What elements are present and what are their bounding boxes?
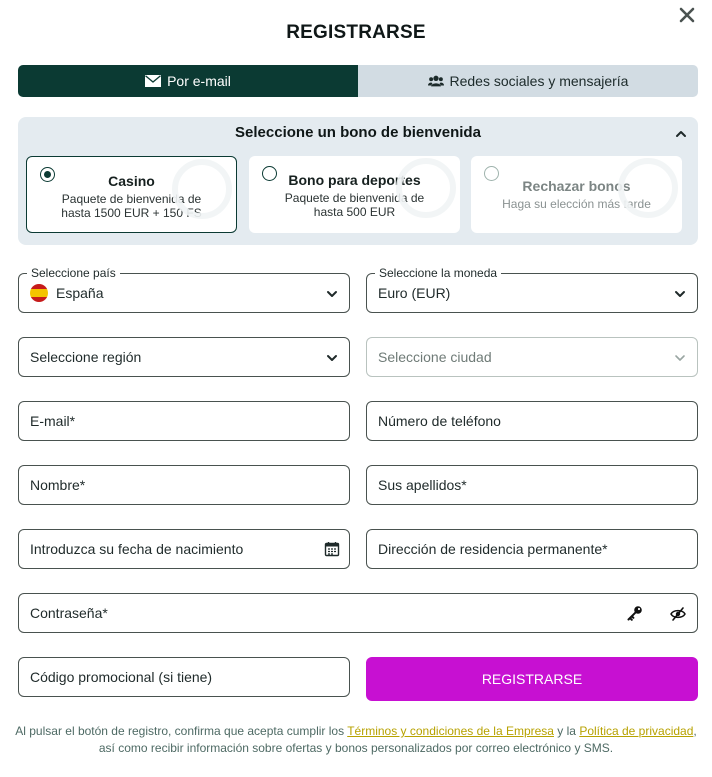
chevron-down-icon: [675, 355, 685, 361]
country-select[interactable]: Seleccione país España: [18, 266, 350, 313]
welcome-bonus-panel: Seleccione un bono de bienvenida Casino …: [18, 117, 698, 245]
last-name-field[interactable]: Sus apellidos*: [366, 465, 698, 505]
terms-link[interactable]: Términos y condiciones de la Empresa: [347, 724, 554, 738]
birth-date-placeholder: Introduzca su fecha de nacimiento: [30, 541, 244, 557]
address-placeholder: Dirección de residencia permanente*: [378, 541, 608, 557]
promo-code-field[interactable]: Código promocional (si tiene): [18, 657, 350, 697]
chevron-down-icon: [327, 355, 337, 361]
privacy-link[interactable]: Política de privacidad: [579, 724, 693, 738]
tab-email[interactable]: Por e-mail: [18, 65, 358, 97]
region-select[interactable]: Seleccione región: [18, 337, 350, 377]
footer-text: ,: [693, 724, 697, 738]
currency-value: Euro (EUR): [378, 285, 451, 301]
password-placeholder: Contraseña*: [30, 605, 108, 621]
bonus-option-decline[interactable]: Rechazar bonos Haga su elección más tard…: [471, 156, 682, 233]
bonus-option-sports[interactable]: Bono para deportes Paquete de bienvenida…: [249, 156, 460, 233]
legal-footer: Al pulsar el botón de registro, confirma…: [0, 723, 712, 757]
country-value: España: [56, 285, 104, 301]
password-field[interactable]: Contraseña*: [18, 593, 698, 633]
chevron-up-icon[interactable]: [674, 127, 688, 141]
tab-social-label: Redes sociales y mensajería: [449, 73, 629, 89]
bonus-header: Seleccione un bono de bienvenida: [235, 124, 481, 141]
footer-text: y la: [553, 724, 580, 738]
registration-tabs: Por e-mail Redes sociales y mensajería: [18, 65, 698, 97]
email-placeholder: E-mail*: [30, 413, 76, 429]
users-icon: [427, 75, 444, 87]
city-placeholder: Seleccione ciudad: [378, 349, 492, 365]
currency-label: Seleccione la moneda: [375, 266, 502, 280]
chevron-down-icon: [327, 291, 337, 297]
radio-button[interactable]: [484, 166, 499, 181]
city-select[interactable]: Seleccione ciudad: [366, 337, 698, 377]
chevron-down-icon: [675, 291, 685, 297]
radio-button[interactable]: [40, 167, 55, 182]
footer-line-1: Al pulsar el botón de registro, confirma…: [0, 723, 712, 740]
footer-line-2: así como recibir información sobre ofert…: [98, 741, 614, 755]
key-icon[interactable]: [627, 605, 643, 621]
radio-button[interactable]: [262, 166, 277, 181]
decorative-chip-icon: [172, 159, 232, 219]
register-button[interactable]: REGISTRARSE: [366, 657, 698, 701]
eye-slash-icon[interactable]: [670, 606, 686, 622]
phone-field[interactable]: Número de teléfono: [366, 401, 698, 441]
first-name-field[interactable]: Nombre*: [18, 465, 350, 505]
footer-text: Al pulsar el botón de registro, confirma…: [15, 724, 348, 738]
dialog-title: REGISTRARSE: [286, 22, 426, 43]
bonus-option-casino[interactable]: Casino Paquete de bienvenida de hasta 15…: [26, 156, 237, 233]
region-placeholder: Seleccione región: [30, 349, 142, 365]
birth-date-field[interactable]: Introduzca su fecha de nacimiento: [18, 529, 350, 569]
spain-flag-icon: [30, 284, 48, 302]
envelope-icon: [145, 75, 162, 87]
country-label: Seleccione país: [27, 266, 120, 280]
tab-email-label: Por e-mail: [167, 73, 231, 89]
decorative-x-icon: [618, 158, 678, 218]
email-field[interactable]: E-mail*: [18, 401, 350, 441]
calendar-icon[interactable]: [324, 541, 340, 557]
tab-social[interactable]: Redes sociales y mensajería: [358, 65, 698, 97]
address-field[interactable]: Dirección de residencia permanente*: [366, 529, 698, 569]
phone-placeholder: Número de teléfono: [378, 413, 501, 429]
first-name-placeholder: Nombre*: [30, 477, 86, 493]
last-name-placeholder: Sus apellidos*: [378, 477, 467, 493]
currency-select[interactable]: Seleccione la moneda Euro (EUR): [366, 266, 698, 313]
promo-code-placeholder: Código promocional (si tiene): [30, 669, 213, 685]
decorative-ball-icon: [396, 158, 456, 218]
